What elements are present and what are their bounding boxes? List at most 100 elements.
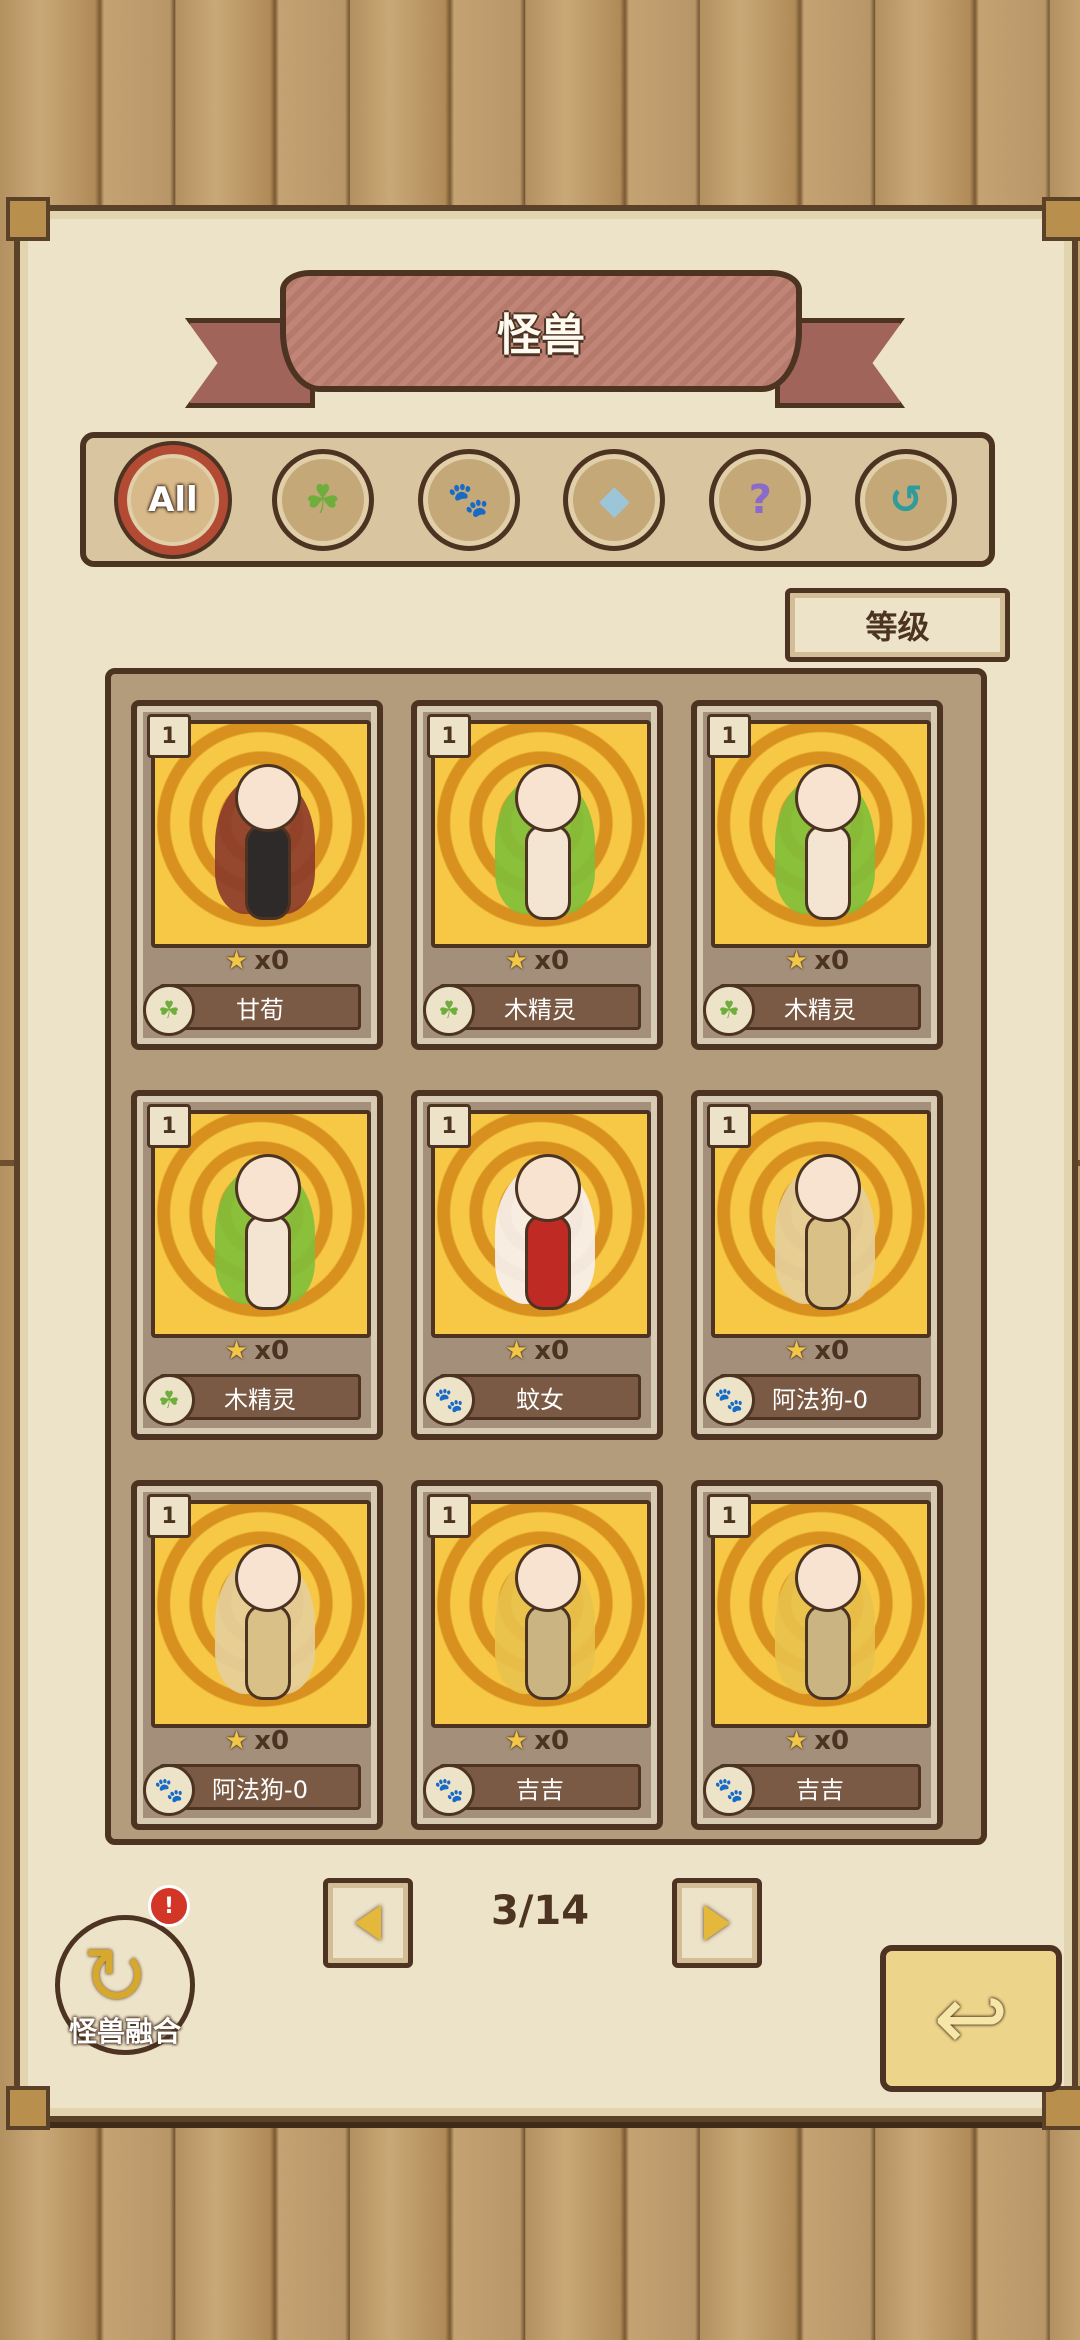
- star-count: ★ x0: [697, 1336, 937, 1366]
- question-icon: ?: [748, 476, 772, 523]
- leaf-icon: ☘: [423, 984, 475, 1036]
- filter-crystal-button[interactable]: ◆: [563, 448, 666, 551]
- filter-leaf-button[interactable]: ☘: [271, 448, 374, 551]
- star-icon: ★: [504, 1726, 529, 1756]
- owned-count: x0: [254, 946, 290, 976]
- monster-figure: [775, 754, 875, 944]
- notification-badge: !: [148, 1885, 190, 1927]
- sort-level-button[interactable]: 等级: [785, 588, 1010, 662]
- star-icon: ★: [224, 1336, 249, 1366]
- monster-body: [245, 1604, 291, 1700]
- leaf-icon: ☘: [703, 984, 755, 1036]
- monster-fusion-button[interactable]: ↻ 怪兽融合: [55, 1915, 195, 2055]
- monster-body: [525, 1214, 571, 1310]
- monster-body: [245, 1214, 291, 1310]
- next-page-button[interactable]: [672, 1878, 762, 1968]
- owned-count: x0: [534, 1336, 570, 1366]
- level-badge: 1: [427, 1494, 471, 1538]
- back-button[interactable]: ↩: [880, 1945, 1062, 2092]
- swirl-icon: ↺: [889, 476, 923, 523]
- star-icon: ★: [784, 1726, 809, 1756]
- owned-count: x0: [814, 1726, 850, 1756]
- monster-head: [795, 764, 861, 832]
- filter-all-button[interactable]: All: [117, 444, 228, 555]
- fusion-label: 怪兽融合: [68, 2015, 181, 2048]
- star-count: ★ x0: [417, 1336, 657, 1366]
- monster-head: [235, 764, 301, 832]
- arrow-left-icon: [355, 1905, 381, 1941]
- star-count: ★ x0: [697, 1726, 937, 1756]
- monster-body: [805, 1604, 851, 1700]
- star-icon: ★: [224, 946, 249, 976]
- level-badge: 1: [147, 714, 191, 758]
- page-title: 怪兽: [497, 310, 585, 361]
- star-count: ★ x0: [697, 946, 937, 976]
- monster-card[interactable]: 1 🐾 ★ x0 阿法狗-0: [691, 1090, 943, 1440]
- owned-count: x0: [534, 1726, 570, 1756]
- monster-card[interactable]: 1 🐾 ★ x0 蚊女: [411, 1090, 663, 1440]
- monster-head: [515, 1544, 581, 1612]
- paw-icon: 🐾: [423, 1764, 475, 1816]
- panel-corner: [6, 197, 50, 241]
- monster-head: [515, 1154, 581, 1222]
- owned-count: x0: [254, 1726, 290, 1756]
- paw-icon: 🐾: [447, 479, 490, 520]
- filter-swirl-button[interactable]: ↺: [855, 448, 958, 551]
- monster-card[interactable]: 1 ☘ ★ x0 木精灵: [131, 1090, 383, 1440]
- sort-label: 等级: [865, 608, 930, 646]
- level-badge: 1: [427, 1104, 471, 1148]
- paw-icon: 🐾: [703, 1374, 755, 1426]
- star-count: ★ x0: [417, 1726, 657, 1756]
- owned-count: x0: [534, 946, 570, 976]
- monster-card[interactable]: 1 ☘ ★ x0 木精灵: [691, 700, 943, 1050]
- filter-paw-button[interactable]: 🐾: [417, 448, 520, 551]
- monster-figure: [495, 1144, 595, 1334]
- page-indicator: 3/14: [490, 1888, 590, 1934]
- monster-card[interactable]: 1 ☘ ★ x0 甘荀: [131, 700, 383, 1050]
- leaf-icon: ☘: [143, 984, 195, 1036]
- star-icon: ★: [224, 1726, 249, 1756]
- monster-body: [525, 1604, 571, 1700]
- monster-card[interactable]: 1 ☘ ★ x0 木精灵: [411, 700, 663, 1050]
- arrow-right-icon: [704, 1905, 730, 1941]
- owned-count: x0: [814, 946, 850, 976]
- title-ribbon: 怪兽: [280, 270, 802, 392]
- monster-figure: [495, 754, 595, 944]
- monster-body: [805, 824, 851, 920]
- paw-icon: 🐾: [703, 1764, 755, 1816]
- monster-card[interactable]: 1 🐾 ★ x0 吉吉: [691, 1480, 943, 1830]
- monster-figure: [775, 1534, 875, 1724]
- leaf-icon: ☘: [304, 476, 341, 523]
- leaf-icon: ☘: [143, 1374, 195, 1426]
- star-icon: ★: [784, 946, 809, 976]
- monster-head: [515, 764, 581, 832]
- monster-body: [245, 824, 291, 920]
- filter-all-label: All: [148, 479, 198, 520]
- panel-corner: [6, 2086, 50, 2130]
- level-badge: 1: [427, 714, 471, 758]
- monster-figure: [215, 1534, 315, 1724]
- monster-card[interactable]: 1 🐾 ★ x0 吉吉: [411, 1480, 663, 1830]
- monster-figure: [215, 754, 315, 944]
- star-count: ★ x0: [137, 946, 377, 976]
- level-badge: 1: [147, 1104, 191, 1148]
- monster-figure: [215, 1144, 315, 1334]
- monster-card[interactable]: 1 🐾 ★ x0 阿法狗-0: [131, 1480, 383, 1830]
- star-count: ★ x0: [417, 946, 657, 976]
- monster-figure: [775, 1144, 875, 1334]
- panel-corner: [1042, 197, 1080, 241]
- back-arrow-icon: ↩: [933, 1965, 1009, 2071]
- star-icon: ★: [784, 1336, 809, 1366]
- monster-body: [525, 824, 571, 920]
- level-badge: 1: [707, 1104, 751, 1148]
- star-count: ★ x0: [137, 1726, 377, 1756]
- monster-head: [795, 1154, 861, 1222]
- star-count: ★ x0: [137, 1336, 377, 1366]
- filter-question-button[interactable]: ?: [709, 448, 812, 551]
- monster-grid: 1 ☘ ★ x0 甘荀 1 ☘ ★ x0 木精灵 1 ☘ ★ x0 木精灵 1 ☘ ★ x0 木精灵 1 🐾 ★ x0 蚊女 1 🐾…: [105, 668, 987, 1845]
- monster-head: [235, 1544, 301, 1612]
- star-icon: ★: [504, 1336, 529, 1366]
- prev-page-button[interactable]: [323, 1878, 413, 1968]
- owned-count: x0: [814, 1336, 850, 1366]
- level-badge: 1: [707, 1494, 751, 1538]
